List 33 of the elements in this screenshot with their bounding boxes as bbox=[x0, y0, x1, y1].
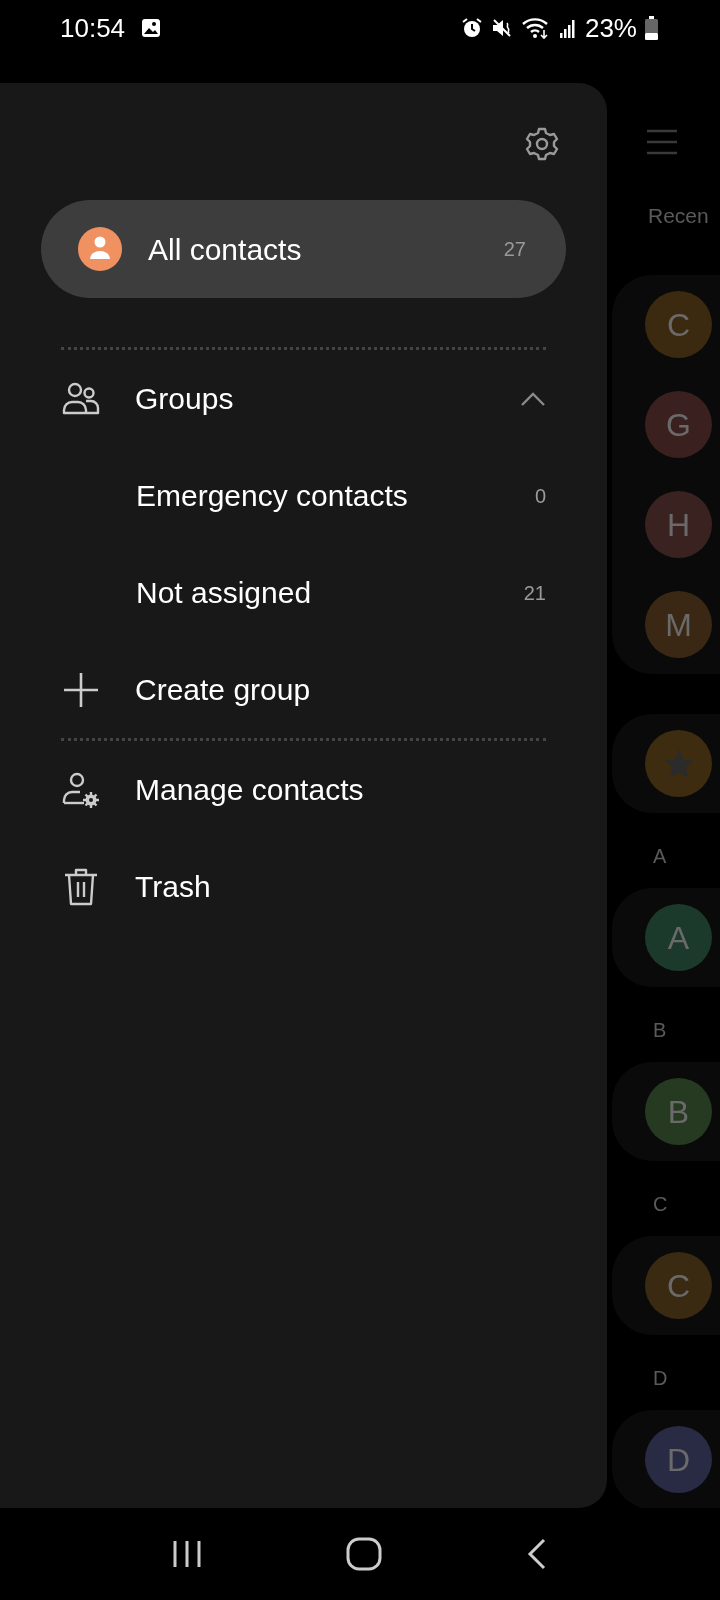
status-time: 10:54 bbox=[60, 11, 126, 45]
trash-item[interactable]: Trash bbox=[41, 838, 566, 935]
section-letter: D bbox=[652, 1366, 669, 1391]
group-item[interactable]: Emergency contacts 0 bbox=[41, 447, 566, 544]
all-contacts-item[interactable]: All contacts 27 bbox=[41, 200, 566, 298]
contact-avatar[interactable]: B bbox=[645, 1078, 712, 1145]
chevron-up-icon bbox=[520, 390, 546, 407]
contact-avatar[interactable]: G bbox=[645, 391, 712, 458]
contact-avatar[interactable]: D bbox=[645, 1426, 712, 1493]
groups-header[interactable]: Groups bbox=[41, 350, 566, 447]
contact-avatar[interactable]: H bbox=[645, 491, 712, 558]
section-letter: C bbox=[652, 1192, 669, 1217]
section-letter: A bbox=[652, 844, 668, 869]
alarm-icon bbox=[460, 17, 483, 39]
battery-percent: 23% bbox=[584, 11, 637, 45]
person-icon bbox=[78, 227, 122, 271]
group-item[interactable]: Not assigned 21 bbox=[41, 544, 566, 641]
section-letter: B bbox=[652, 1018, 668, 1043]
create-group-item[interactable]: Create group bbox=[41, 641, 566, 738]
mute-icon bbox=[490, 17, 513, 39]
image-icon bbox=[141, 18, 162, 38]
manage-contacts-item[interactable]: Manage contacts bbox=[41, 741, 566, 838]
contact-avatar[interactable]: C bbox=[645, 291, 712, 358]
contact-avatar[interactable]: M bbox=[645, 591, 712, 658]
battery-icon bbox=[645, 16, 658, 40]
signal-icon bbox=[558, 17, 577, 39]
home-icon[interactable] bbox=[346, 1537, 382, 1571]
contact-avatar[interactable]: A bbox=[645, 904, 712, 971]
contact-avatar[interactable]: C bbox=[645, 1252, 712, 1319]
section-header: Recen bbox=[647, 203, 710, 229]
recent-apps-icon[interactable] bbox=[171, 1539, 204, 1569]
settings-icon[interactable] bbox=[524, 125, 560, 162]
wifi-icon bbox=[520, 16, 551, 40]
